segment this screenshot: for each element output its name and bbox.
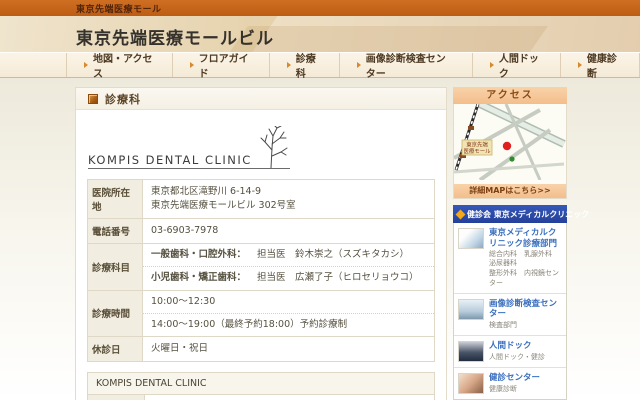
english-table-header: KOMPIS DENTAL CLINIC bbox=[87, 372, 435, 395]
arrow-icon bbox=[356, 62, 361, 68]
arrow-icon bbox=[84, 62, 88, 68]
arrow-icon bbox=[577, 62, 582, 68]
clinic-logo: KOMPIS DENTAL CLINIC bbox=[88, 126, 446, 169]
nav-label: 地図・アクセス bbox=[93, 54, 153, 80]
address-line-1: 東京都北区滝野川 6-14-9 bbox=[151, 185, 262, 197]
row-label: 休診日 bbox=[87, 336, 143, 362]
nav-label: 健康診断 bbox=[586, 54, 617, 80]
clinic-info-table: 医院所在地 東京都北区滝野川 6-14-9 東京先端医療モールビル 302号室 … bbox=[87, 179, 435, 362]
diamond-icon bbox=[455, 209, 466, 219]
row-label: Adress bbox=[86, 393, 146, 400]
clinic-desc: 整形外科 内視鏡センター bbox=[489, 269, 559, 287]
main-navigation: 地図・アクセス フロアガイド 診療科 画像診断検査センター 人間ドック 健康診断 bbox=[0, 52, 640, 80]
row-label: 電話番号 bbox=[87, 218, 143, 244]
site-title[interactable]: 東京先端医療モールビル bbox=[76, 24, 640, 49]
site-name-link[interactable]: 東京先端医療モール bbox=[76, 2, 162, 15]
clinic-info-table-english: KOMPIS DENTAL CLINIC Adress Takinogawa 6… bbox=[86, 372, 435, 400]
nav-item-departments[interactable]: 診療科 bbox=[270, 53, 340, 80]
clinic-desc: 検査部門 bbox=[489, 320, 517, 329]
folder-icon bbox=[88, 93, 98, 104]
clinic-thumbnail bbox=[458, 298, 484, 320]
department-line: 一般歯科・口腔外科： 担当医 鈴木崇之（スズキタカシ） bbox=[143, 244, 434, 267]
clinic-link: 画像診断検査センター bbox=[489, 298, 558, 320]
clinic-link: 東京メディカルクリニック診療部門 bbox=[489, 228, 558, 249]
sidebar: アクセス 東京先端 医療モール 詳細MAPはこちら>> 健診会 東京メディカルク… bbox=[453, 87, 589, 400]
clinic-link: 健診センター bbox=[489, 372, 541, 383]
top-utility-bar: 東京先端医療モール bbox=[0, 0, 640, 16]
clinic-list-item-kenshin-center[interactable]: 健診センター 健康診断 bbox=[454, 368, 566, 399]
nav-label: フロアガイド bbox=[198, 54, 249, 80]
map-image: 東京先端 医療モール bbox=[453, 100, 566, 182]
table-row: 休診日 火曜日・祝日 bbox=[87, 336, 435, 362]
map-marker-green bbox=[509, 156, 515, 162]
nav-item-health-check[interactable]: 健康診断 bbox=[561, 53, 640, 80]
nav-item-floor-guide[interactable]: フロアガイド bbox=[173, 53, 270, 80]
department-line: 小児歯科・矯正歯科： 担当医 広瀬了子（ヒロセリョウコ） bbox=[143, 266, 434, 290]
table-row: 医院所在地 東京都北区滝野川 6-14-9 東京先端医療モールビル 302号室 bbox=[87, 179, 435, 219]
clinic-link: 人間ドック bbox=[489, 340, 532, 351]
arrow-icon bbox=[489, 62, 494, 68]
page-title-bar: 診療科 bbox=[76, 88, 446, 110]
clinic-logo-text: KOMPIS DENTAL CLINIC bbox=[88, 153, 252, 167]
arrow-icon bbox=[286, 62, 291, 68]
clinic-list-item-ningen-dock[interactable]: 人間ドック 人間ドック・健診 bbox=[454, 336, 566, 368]
access-map[interactable]: 東京先端 医療モール 詳細MAPはこちら>> bbox=[453, 100, 567, 199]
address-english: Takinogawa 6-14-9, Kitaku, Tokyo bbox=[144, 393, 435, 400]
arrow-icon bbox=[189, 62, 194, 68]
clinic-desc: 総合内科 乳腺外科 泌尿器科 bbox=[489, 250, 559, 268]
table-row: KOMPIS DENTAL CLINIC bbox=[87, 372, 435, 395]
clinic-thumbnail bbox=[458, 228, 484, 249]
nav-label: 診療科 bbox=[295, 54, 316, 80]
content-panel: 診療科 KOMPIS DENTAL CLINIC 医院所在地 東京都北区滝野川 … bbox=[75, 87, 447, 400]
nav-item-access[interactable]: 地図・アクセス bbox=[66, 53, 173, 80]
map-building-label-1: 東京先端 bbox=[466, 141, 488, 149]
clinic-list-item-medical-clinic[interactable]: 東京メディカルクリニック診療部門 総合内科 乳腺外科 泌尿器科 整形外科 内視鏡… bbox=[454, 223, 566, 294]
clinic-desc: 人間ドック・健診 bbox=[489, 352, 545, 361]
hours-line: 14:00～19:00（最終予約18:00）予約診療制 bbox=[143, 312, 434, 336]
table-row: 診療時間 10:00～12:30 14:00～19:00（最終予約18:00）予… bbox=[87, 289, 435, 337]
row-label: 診療時間 bbox=[87, 289, 143, 337]
detail-map-link[interactable]: 詳細MAPはこちら>> bbox=[454, 184, 566, 198]
clinic-desc: 健康診断 bbox=[489, 384, 517, 393]
map-marker-red bbox=[502, 141, 512, 151]
clinic-group-title: 健診会 東京メディカルクリニック bbox=[467, 209, 590, 219]
page-title: 診療科 bbox=[105, 92, 141, 106]
tree-logo-icon bbox=[260, 126, 288, 168]
table-row: Adress Takinogawa 6-14-9, Kitaku, Tokyo bbox=[86, 393, 435, 400]
address-line-2: 東京先端医療モールビル 302号室 bbox=[151, 200, 296, 211]
access-header: アクセス bbox=[453, 87, 567, 104]
closed-days: 火曜日・祝日 bbox=[142, 336, 435, 362]
nav-label: 人間ドック bbox=[498, 54, 539, 80]
clinic-thumbnail bbox=[458, 372, 484, 394]
row-label: 医院所在地 bbox=[87, 179, 143, 219]
table-row: 診療科目 一般歯科・口腔外科： 担当医 鈴木崇之（スズキタカシ） 小児歯科・矯正… bbox=[87, 243, 435, 291]
clinic-thumbnail bbox=[458, 340, 484, 362]
phone-number: 03-6903-7978 bbox=[142, 218, 435, 244]
clinic-list: 東京メディカルクリニック診療部門 総合内科 乳腺外科 泌尿器科 整形外科 内視鏡… bbox=[453, 223, 567, 400]
map-building-label-2: 医療モール bbox=[464, 147, 492, 155]
nav-item-ningen-dock[interactable]: 人間ドック bbox=[473, 53, 561, 80]
table-row: 電話番号 03-6903-7978 bbox=[87, 218, 435, 244]
clinic-group-header[interactable]: 健診会 東京メディカルクリニック bbox=[453, 205, 589, 223]
row-label: 診療科目 bbox=[87, 243, 143, 291]
hours-line: 10:00～12:30 bbox=[143, 290, 434, 313]
nav-item-imaging-center[interactable]: 画像診断検査センター bbox=[340, 53, 473, 80]
main-area: 診療科 KOMPIS DENTAL CLINIC 医院所在地 東京都北区滝野川 … bbox=[0, 78, 640, 400]
nav-label: 画像診断検査センター bbox=[365, 54, 446, 80]
masthead: 東京先端医療モールビル bbox=[0, 16, 640, 52]
clinic-list-item-imaging-center[interactable]: 画像診断検査センター 検査部門 bbox=[454, 294, 566, 336]
